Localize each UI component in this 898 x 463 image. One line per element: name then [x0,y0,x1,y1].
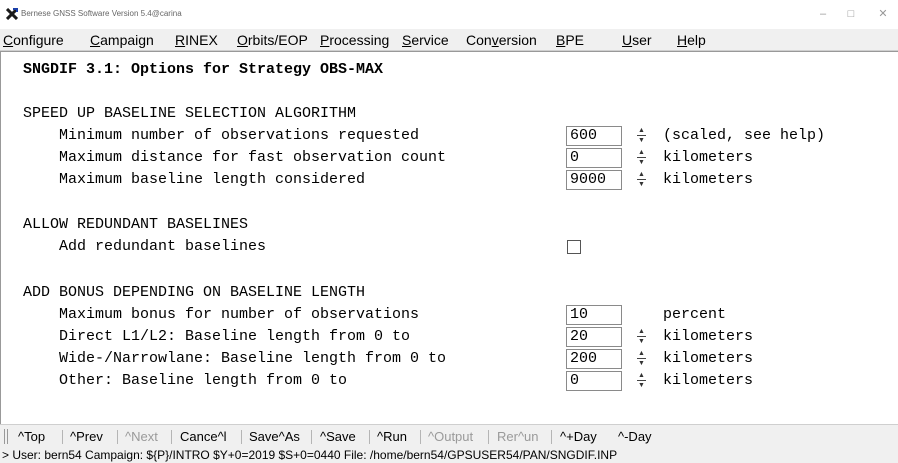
title-bar: Bernese GNSS Software Version 5.4@carina… [0,0,898,29]
max-baseline-label: Maximum baseline length considered [59,171,366,188]
direct-l1l2-label: Direct L1/L2: Baseline length from 0 to [59,328,411,345]
section-heading-speed-up: SPEED UP BASELINE SELECTION ALGORITHM [23,105,357,122]
output-button[interactable]: ^Output [428,429,473,444]
max-baseline-unit: kilometers [663,171,754,188]
window-title: Bernese GNSS Software Version 5.4@carina [21,9,182,18]
menu-user[interactable]: User [622,32,652,48]
rerun-button[interactable]: Rer^un [497,429,539,444]
options-panel: SNGDIF 3.1: Options for Strategy OBS-MAX… [0,51,898,424]
max-bonus-label: Maximum bonus for number of observations [59,306,420,323]
menu-help[interactable]: Help [677,32,706,48]
status-bar: > User: bern54 Campaign: ${P}/INTRO $Y+0… [0,448,898,463]
next-button[interactable]: ^Next [125,429,158,444]
other-baseline-input[interactable]: 0 [566,371,622,391]
menu-rinex[interactable]: RINEX [175,32,218,48]
other-baseline-unit: kilometers [663,372,754,389]
menu-bar: Configure Campaign RINEX Orbits/EOP Proc… [0,29,898,51]
redundant-baselines-label: Add redundant baselines [59,238,267,255]
toolbar-divider [62,430,63,444]
toolbar-divider [117,430,118,444]
minus-day-button[interactable]: ^-Day [618,429,652,444]
toolbar-divider [311,430,312,444]
max-bonus-unit: percent [663,306,727,323]
toolbar-divider [369,430,370,444]
menu-conversion[interactable]: Conversion [466,32,537,48]
direct-l1l2-spinner[interactable]: ▲ ▼ [635,327,648,347]
max-distance-input[interactable]: 0 [566,148,622,168]
toolbar-divider [551,430,552,444]
max-distance-spinner[interactable]: ▲ ▼ [635,148,648,168]
save-button[interactable]: ^Save [320,429,356,444]
menu-processing[interactable]: Processing [320,32,389,48]
toolbar-divider [171,430,172,444]
menu-service[interactable]: Service [402,32,449,48]
spin-down-icon[interactable]: ▼ [635,381,648,391]
spin-down-icon[interactable]: ▼ [635,158,648,168]
cancel-button[interactable]: Cance^l [180,429,227,444]
min-observations-input[interactable]: 600 [566,126,622,146]
wide-narrowlane-unit: kilometers [663,350,754,367]
other-baseline-label: Other: Baseline length from 0 to [59,372,348,389]
min-observations-spinner[interactable]: ▲ ▼ [635,126,648,146]
panel-title: SNGDIF 3.1: Options for Strategy OBS-MAX [23,61,384,78]
min-observations-unit: (scaled, see help) [663,127,826,144]
run-button[interactable]: ^Run [377,429,407,444]
prev-button[interactable]: ^Prev [70,429,103,444]
toolbar-divider [241,430,242,444]
max-distance-label: Maximum distance for fast observation co… [59,149,447,166]
top-button[interactable]: ^Top [18,429,45,444]
wide-narrowlane-label: Wide-/Narrowlane: Baseline length from 0… [59,350,447,367]
app-logo-icon [6,8,18,20]
menu-configure[interactable]: Configure [3,32,64,48]
other-baseline-spinner[interactable]: ▲ ▼ [635,371,648,391]
toolbar-grip-handle[interactable] [4,429,8,444]
spin-down-icon[interactable]: ▼ [635,359,648,369]
max-baseline-input[interactable]: 9000 [566,170,622,190]
redundant-baselines-checkbox[interactable] [567,240,581,254]
spin-down-icon[interactable]: ▼ [635,337,648,347]
spin-down-icon[interactable]: ▼ [635,180,648,190]
wide-narrowlane-spinner[interactable]: ▲ ▼ [635,349,648,369]
direct-l1l2-input[interactable]: 20 [566,327,622,347]
save-as-button[interactable]: Save^As [249,429,300,444]
plus-day-button[interactable]: ^+Day [560,429,597,444]
close-button[interactable]: ✕ [870,6,896,22]
section-heading-bonus: ADD BONUS DEPENDING ON BASELINE LENGTH [23,284,366,301]
min-observations-label: Minimum number of observations requested [59,127,420,144]
max-baseline-spinner[interactable]: ▲ ▼ [635,170,648,190]
max-bonus-input[interactable]: 10 [566,305,622,325]
menu-orbits-eop[interactable]: Orbits/EOP [237,32,308,48]
menu-bpe[interactable]: BPE [556,32,584,48]
toolbar-divider [488,430,489,444]
toolbar-divider [420,430,421,444]
bottom-toolbar: ^Top ^Prev ^Next Cance^l Save^As ^Save ^… [0,424,898,448]
wide-narrowlane-input[interactable]: 200 [566,349,622,369]
direct-l1l2-unit: kilometers [663,328,754,345]
maximize-button[interactable]: □ [838,6,864,22]
section-heading-redundant: ALLOW REDUNDANT BASELINES [23,216,249,233]
max-distance-unit: kilometers [663,149,754,166]
spin-down-icon[interactable]: ▼ [635,136,648,146]
minimize-button[interactable]: – [810,6,836,22]
menu-campaign[interactable]: Campaign [90,32,154,48]
